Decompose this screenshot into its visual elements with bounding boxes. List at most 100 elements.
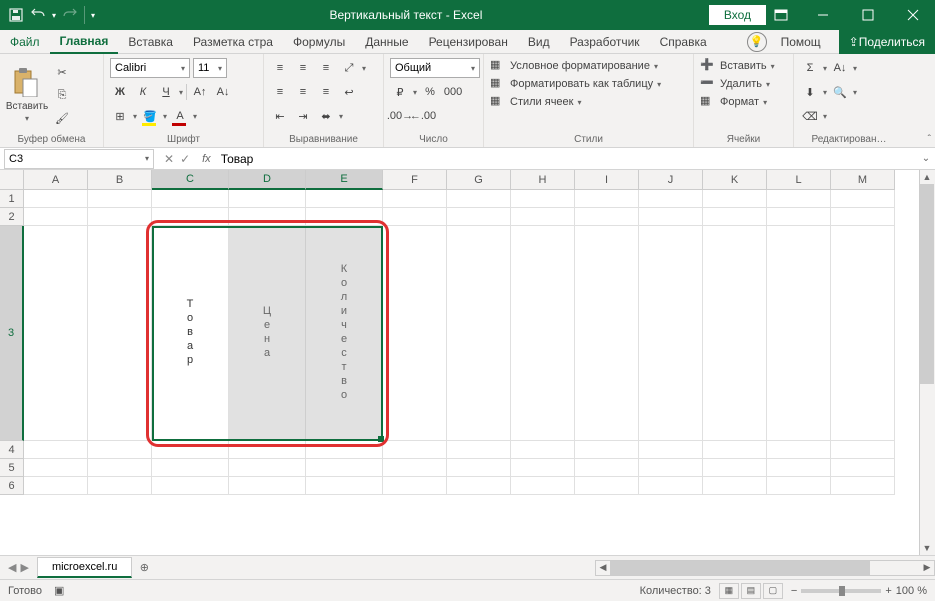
zoom-out-button[interactable]: − bbox=[791, 585, 797, 597]
cell-A1[interactable] bbox=[24, 190, 88, 208]
cell-M1[interactable] bbox=[831, 190, 895, 208]
underline-dropdown[interactable]: ▾ bbox=[179, 88, 183, 97]
expand-formula-bar-button[interactable]: ⌄ bbox=[917, 153, 935, 164]
align-bottom-button[interactable]: ≡ bbox=[316, 58, 336, 78]
cell-H5[interactable] bbox=[511, 459, 575, 477]
hscroll-thumb[interactable] bbox=[610, 561, 870, 575]
cell-J4[interactable] bbox=[639, 441, 703, 459]
cell-E5[interactable] bbox=[306, 459, 383, 477]
share-button[interactable]: ⇪ Поделиться bbox=[839, 30, 935, 54]
cell-A5[interactable] bbox=[24, 459, 88, 477]
tab-home[interactable]: Главная bbox=[50, 30, 119, 54]
fill-dropdown-2[interactable]: ▾ bbox=[823, 88, 827, 97]
cell-D5[interactable] bbox=[229, 459, 306, 477]
cell-I6[interactable] bbox=[575, 477, 639, 495]
copy-button[interactable]: ⎘ bbox=[52, 85, 72, 105]
font-name-select[interactable]: Calibri▾ bbox=[110, 58, 190, 78]
fx-icon[interactable]: fx bbox=[196, 153, 217, 165]
cell-A4[interactable] bbox=[24, 441, 88, 459]
row-header-3[interactable]: 3 bbox=[0, 226, 24, 441]
cell-C3[interactable]: Товар bbox=[152, 226, 229, 441]
row-header-6[interactable]: 6 bbox=[0, 477, 24, 495]
cell-M6[interactable] bbox=[831, 477, 895, 495]
cell-B6[interactable] bbox=[88, 477, 152, 495]
cell-G3[interactable] bbox=[447, 226, 511, 441]
zoom-in-button[interactable]: + bbox=[885, 585, 891, 597]
cell-K3[interactable] bbox=[703, 226, 767, 441]
cell-H2[interactable] bbox=[511, 208, 575, 226]
cell-G1[interactable] bbox=[447, 190, 511, 208]
tab-formulas[interactable]: Формулы bbox=[283, 31, 355, 53]
column-header-C[interactable]: C bbox=[152, 170, 229, 190]
cell-C2[interactable] bbox=[152, 208, 229, 226]
tab-layout[interactable]: Разметка стра bbox=[183, 31, 283, 53]
find-button[interactable]: 🔍 bbox=[830, 82, 850, 102]
sort-filter-button[interactable]: A↓ bbox=[830, 58, 850, 78]
cell-K1[interactable] bbox=[703, 190, 767, 208]
fill-button[interactable]: ⬇ bbox=[800, 82, 820, 102]
scroll-down-button[interactable]: ▼ bbox=[920, 541, 934, 555]
align-left-button[interactable]: ≡ bbox=[270, 82, 290, 102]
tell-me-icon[interactable]: 💡 bbox=[747, 32, 767, 52]
cell-K4[interactable] bbox=[703, 441, 767, 459]
row-header-2[interactable]: 2 bbox=[0, 208, 24, 226]
font-size-select[interactable]: 11▾ bbox=[193, 58, 227, 78]
delete-cells-button[interactable]: ➖Удалить ▾ bbox=[700, 76, 775, 92]
cell-I1[interactable] bbox=[575, 190, 639, 208]
italic-button[interactable]: К bbox=[133, 82, 153, 102]
sheet-tab[interactable]: microexcel.ru bbox=[37, 557, 132, 578]
cell-J3[interactable] bbox=[639, 226, 703, 441]
cell-B4[interactable] bbox=[88, 441, 152, 459]
cell-E6[interactable] bbox=[306, 477, 383, 495]
cell-B1[interactable] bbox=[88, 190, 152, 208]
add-sheet-button[interactable]: ⊕ bbox=[132, 561, 156, 574]
cell-A3[interactable] bbox=[24, 226, 88, 441]
column-header-M[interactable]: M bbox=[831, 170, 895, 190]
align-middle-button[interactable]: ≡ bbox=[293, 58, 313, 78]
cell-L2[interactable] bbox=[767, 208, 831, 226]
cell-F3[interactable] bbox=[383, 226, 447, 441]
currency-button[interactable]: ₽ bbox=[390, 82, 410, 102]
column-header-H[interactable]: H bbox=[511, 170, 575, 190]
cell-M4[interactable] bbox=[831, 441, 895, 459]
merge-dropdown[interactable]: ▾ bbox=[339, 112, 343, 121]
cell-D4[interactable] bbox=[229, 441, 306, 459]
decrease-indent-button[interactable]: ⇤ bbox=[270, 106, 290, 126]
format-painter-button[interactable]: 🖌 bbox=[52, 108, 72, 128]
sheet-nav-first[interactable]: ◀ bbox=[8, 561, 16, 574]
cell-E1[interactable] bbox=[306, 190, 383, 208]
tab-view[interactable]: Вид bbox=[518, 31, 560, 53]
column-header-J[interactable]: J bbox=[639, 170, 703, 190]
clear-dropdown[interactable]: ▾ bbox=[823, 112, 827, 121]
cell-K2[interactable] bbox=[703, 208, 767, 226]
borders-button[interactable]: ⊞ bbox=[110, 106, 130, 126]
fill-color-button[interactable]: 🪣 bbox=[140, 106, 160, 126]
cell-B3[interactable] bbox=[88, 226, 152, 441]
login-button[interactable]: Вход bbox=[709, 5, 766, 25]
cell-M2[interactable] bbox=[831, 208, 895, 226]
cell-E2[interactable] bbox=[306, 208, 383, 226]
currency-dropdown[interactable]: ▾ bbox=[413, 88, 417, 97]
cell-D6[interactable] bbox=[229, 477, 306, 495]
cell-C5[interactable] bbox=[152, 459, 229, 477]
save-icon[interactable] bbox=[8, 7, 24, 23]
cell-A2[interactable] bbox=[24, 208, 88, 226]
cell-E3[interactable]: Количество bbox=[306, 226, 383, 441]
tab-insert[interactable]: Вставка bbox=[118, 31, 183, 53]
decrease-decimal-button[interactable]: ←.00 bbox=[413, 106, 433, 126]
view-page-break-button[interactable]: ▢ bbox=[763, 583, 783, 599]
font-color-dropdown[interactable]: ▾ bbox=[193, 112, 197, 121]
cell-H1[interactable] bbox=[511, 190, 575, 208]
decrease-font-button[interactable]: A↓ bbox=[213, 82, 233, 102]
align-right-button[interactable]: ≡ bbox=[316, 82, 336, 102]
sort-dropdown[interactable]: ▾ bbox=[853, 64, 857, 73]
redo-icon[interactable] bbox=[62, 7, 78, 23]
cut-button[interactable]: ✂ bbox=[52, 62, 72, 82]
font-color-button[interactable]: A bbox=[170, 106, 190, 126]
orientation-button[interactable]: ⤢ bbox=[339, 58, 359, 78]
fill-dropdown[interactable]: ▾ bbox=[163, 112, 167, 121]
underline-button[interactable]: Ч bbox=[156, 82, 176, 102]
cell-K5[interactable] bbox=[703, 459, 767, 477]
cell-H3[interactable] bbox=[511, 226, 575, 441]
ribbon-display-icon[interactable] bbox=[774, 9, 800, 21]
